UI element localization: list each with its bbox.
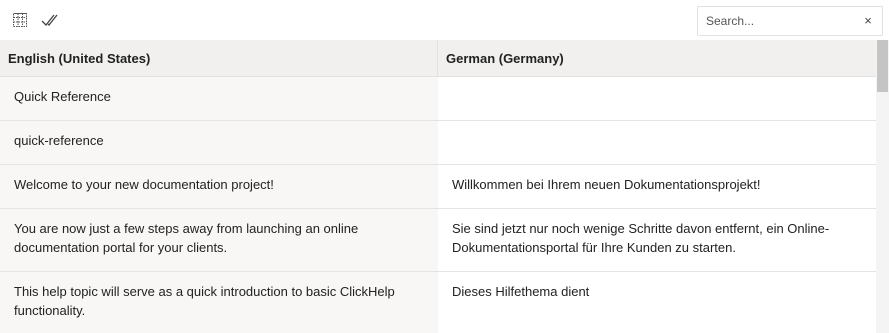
source-cell[interactable]: You are now just a few steps away from l… <box>0 209 438 271</box>
vertical-scrollbar[interactable] <box>876 40 889 333</box>
mark-all-translated-button[interactable] <box>38 8 62 32</box>
target-cell[interactable]: Sie sind jetzt nur noch wenige Schritte … <box>438 209 876 271</box>
scrollbar-thumb[interactable] <box>877 40 888 92</box>
target-cell[interactable]: Dieses Hilfethema dient <box>438 272 876 333</box>
table-row: quick-reference <box>0 121 876 165</box>
grid-settings-button[interactable] <box>8 8 32 32</box>
table-row: Quick Reference <box>0 77 876 121</box>
source-cell[interactable]: Quick Reference <box>0 77 438 120</box>
source-cell[interactable]: quick-reference <box>0 121 438 164</box>
table-row: This help topic will serve as a quick in… <box>0 272 876 333</box>
table-row: You are now just a few steps away from l… <box>0 209 876 272</box>
target-language-header[interactable]: German (Germany) <box>446 40 866 77</box>
source-cell[interactable]: Welcome to your new documentation projec… <box>0 165 438 208</box>
search-box: × <box>697 6 883 36</box>
table-row: Welcome to your new documentation projec… <box>0 165 876 209</box>
grid-header: English (United States) German (Germany) <box>0 40 876 77</box>
translation-grid: English (United States) German (Germany)… <box>0 40 876 333</box>
grid-settings-icon <box>12 12 28 28</box>
source-cell[interactable]: This help topic will serve as a quick in… <box>0 272 438 333</box>
source-language-header[interactable]: English (United States) <box>8 40 428 77</box>
double-check-icon <box>41 12 59 28</box>
search-input[interactable] <box>698 7 858 35</box>
column-divider[interactable] <box>437 40 438 77</box>
toolbar: × <box>0 0 889 40</box>
clear-search-icon[interactable]: × <box>862 14 874 28</box>
target-cell[interactable] <box>438 121 876 164</box>
target-cell[interactable] <box>438 77 876 120</box>
target-cell[interactable]: Willkommen bei Ihrem neuen Dokumentation… <box>438 165 876 208</box>
